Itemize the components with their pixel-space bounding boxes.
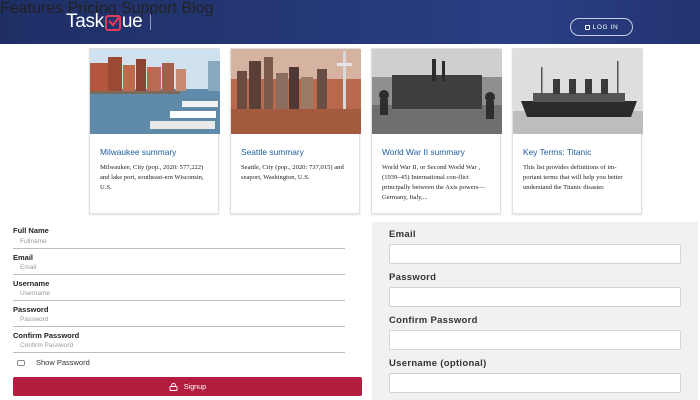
card-world-war-ii[interactable]: World War II summary World War II, or Se…	[371, 48, 502, 214]
card-title[interactable]: Milwaukee summary	[100, 147, 176, 157]
email-label: Email	[389, 229, 416, 240]
password-input[interactable]: Password	[13, 315, 345, 327]
logo-text-prefix: Task	[66, 11, 104, 32]
card-description: World War II, or Second World War , (193…	[382, 164, 485, 201]
confirm-password-label: Confirm Password	[389, 315, 478, 326]
card-description: This list provides definitions of im-por…	[523, 164, 623, 191]
nav-features[interactable]: Features	[0, 0, 63, 17]
signup-label: Signup	[183, 382, 207, 391]
password-input[interactable]	[389, 287, 681, 307]
email-label: Email	[13, 253, 34, 262]
full-name-label: Full Name	[13, 226, 49, 235]
confirm-password-input[interactable]	[389, 330, 681, 350]
card-seattle[interactable]: Seattle summary Seattle, City (pop., 202…	[230, 48, 361, 214]
card-description: Milwaukee, City (pop., 2020: 577,222) an…	[100, 164, 204, 191]
check-icon	[104, 15, 121, 31]
full-name-input[interactable]: Fullname	[13, 237, 345, 249]
username-optional-label: Username (optional)	[389, 358, 487, 369]
titanic-image	[513, 49, 643, 134]
password-label: Password	[13, 305, 49, 314]
seattle-image	[231, 49, 361, 134]
card-title[interactable]: World War II summary	[382, 147, 465, 157]
password-label: Password	[389, 272, 437, 283]
signup-form-right: Email Password Confirm Password Username…	[372, 222, 698, 400]
show-password-label: Show Password	[36, 358, 90, 367]
show-password-toggle[interactable]: Show Password	[17, 358, 90, 367]
lock-icon	[584, 24, 590, 30]
logo-divider	[150, 14, 152, 30]
logo[interactable]: Task ue	[66, 11, 152, 33]
email-input[interactable]	[389, 244, 681, 264]
nav-blog[interactable]: Blog	[181, 0, 213, 17]
signup-button[interactable]: Signup	[13, 377, 362, 396]
confirm-password-input[interactable]: Confirm Password	[13, 341, 345, 353]
login-label: LOG IN	[592, 23, 619, 31]
card-title[interactable]: Key Terms: Titanic	[523, 147, 591, 157]
card-titanic[interactable]: Key Terms: Titanic This list provides de…	[512, 48, 643, 214]
logo-text-suffix: ue	[121, 11, 143, 32]
login-button[interactable]: LOG IN	[570, 18, 633, 36]
username-input[interactable]	[389, 373, 681, 393]
show-password-checkbox[interactable]	[17, 359, 25, 366]
milwaukee-image	[90, 49, 220, 134]
email-input[interactable]: Email	[13, 263, 345, 275]
username-input[interactable]: Username	[13, 289, 345, 301]
card-milwaukee[interactable]: Milwaukee summary Milwaukee, City (pop.,…	[89, 48, 220, 214]
top-header: Task ue Features Pricing Support Blog LO…	[0, 0, 700, 44]
username-label: Username	[13, 279, 50, 288]
card-title[interactable]: Seattle summary	[241, 147, 304, 157]
world-war-ii-image	[372, 49, 502, 134]
lock-icon	[169, 382, 178, 391]
confirm-password-label: Confirm Password	[13, 331, 80, 340]
card-description: Seattle, City (pop., 2020: 737,015) and …	[241, 164, 344, 181]
